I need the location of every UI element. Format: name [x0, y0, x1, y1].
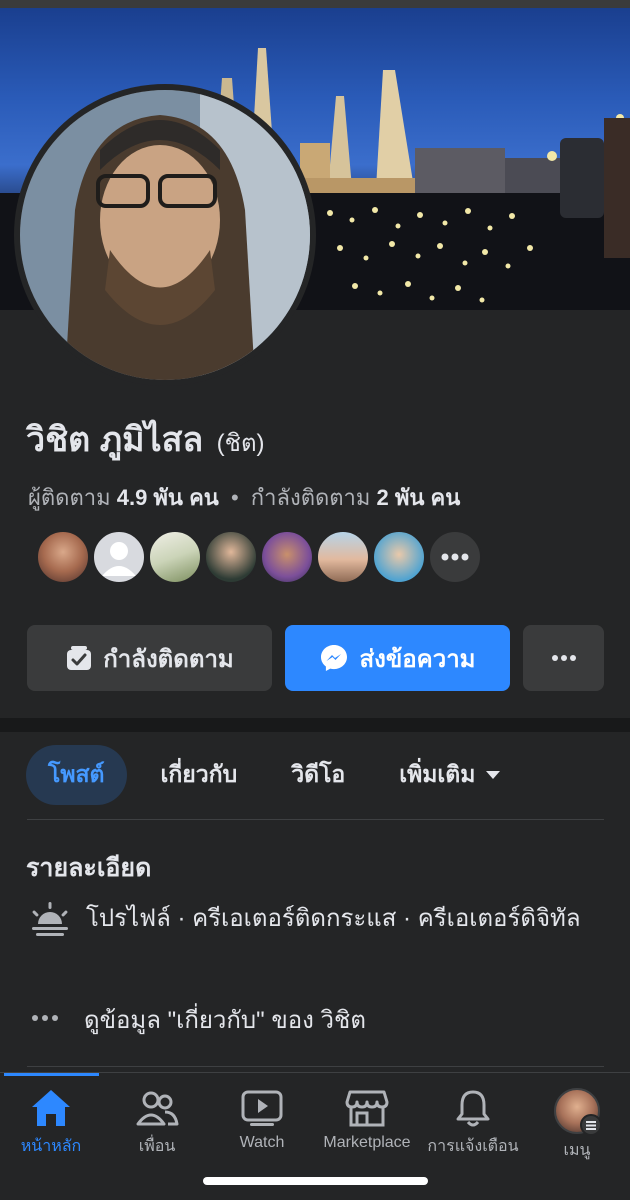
nav-home[interactable]: หน้าหลัก	[18, 1088, 84, 1159]
followers-count[interactable]: 4.9 พัน คน	[117, 485, 219, 510]
tabs-divider	[27, 819, 604, 820]
friend-avatar[interactable]	[92, 530, 146, 584]
home-icon	[32, 1090, 70, 1126]
ellipsis-icon	[551, 655, 576, 661]
friend-avatar[interactable]	[148, 530, 202, 584]
following-button[interactable]: กำลังติดตาม	[27, 625, 272, 691]
detail-about-text: ดูข้อมูล "เกี่ยวกับ" ของ วิชิต	[84, 1007, 366, 1034]
section-separator	[0, 718, 630, 732]
tab-about[interactable]: เกี่ยวกับ	[139, 745, 260, 805]
watch-icon	[241, 1090, 283, 1126]
status-strip	[0, 0, 630, 8]
tab-about-label: เกี่ยวกับ	[160, 761, 238, 787]
profile-picture-frame[interactable]	[14, 84, 316, 386]
stats-separator: •	[230, 485, 239, 510]
nav-friends-label: เพื่อน	[138, 1138, 176, 1155]
friend-avatar[interactable]	[316, 530, 370, 584]
message-button-label: ส่งข้อความ	[359, 645, 476, 673]
marketplace-icon	[345, 1090, 389, 1127]
tab-posts[interactable]: โพสต์	[26, 745, 127, 805]
nav-friends[interactable]: เพื่อน	[128, 1088, 186, 1159]
following-button-label: กำลังติดตาม	[103, 645, 234, 673]
detail-profile-type: โปรไฟล์ · ครีเอเตอร์ติดกระแส · ครีเอเตอร…	[30, 900, 586, 945]
menu-badge-icon	[580, 1114, 602, 1136]
message-button[interactable]: ส่งข้อความ	[285, 625, 510, 691]
more-actions-button[interactable]	[523, 625, 604, 691]
friends-icon	[136, 1091, 179, 1126]
nav-home-label: หน้าหลัก	[20, 1138, 82, 1155]
profile-full-name: วิชิต ภูมิไสล	[26, 421, 204, 459]
ellipsis-icon	[441, 553, 469, 561]
details-heading: รายละเอียด	[26, 854, 152, 882]
messenger-icon	[321, 645, 348, 671]
nav-watch[interactable]: Watch	[228, 1088, 296, 1152]
nav-active-indicator	[4, 1073, 99, 1076]
tab-more[interactable]: เพิ่มเติม	[377, 745, 523, 805]
profile-name: วิชิต ภูมิไสล (ชิต)	[26, 412, 265, 466]
friend-avatar-more[interactable]	[428, 530, 482, 584]
nav-marketplace[interactable]: Marketplace	[318, 1088, 416, 1152]
profile-stats: ผู้ติดตาม 4.9 พัน คน • กำลังติดตาม 2 พัน…	[28, 480, 460, 515]
following-label: กำลังติดตาม	[250, 485, 371, 510]
home-indicator[interactable]	[203, 1177, 428, 1185]
following-count[interactable]: 2 พัน คน	[377, 485, 461, 510]
sunrise-icon	[32, 902, 68, 936]
profile-picture[interactable]	[20, 90, 310, 380]
profile-picture-illustration	[20, 90, 310, 380]
nav-menu[interactable]: เมนู	[552, 1088, 602, 1163]
detail-profile-text: โปรไฟล์ · ครีเอเตอร์ติดกระแส · ครีเอเตอร…	[86, 905, 581, 932]
details-divider	[27, 1066, 604, 1067]
caret-down-icon	[486, 771, 501, 779]
nav-notifications-label: การแจ้งเตือน	[427, 1138, 519, 1155]
hamburger-icon	[586, 1121, 596, 1130]
detail-about-link[interactable]: ดูข้อมูล "เกี่ยวกับ" ของ วิชิต	[30, 1000, 366, 1043]
friend-avatar[interactable]	[204, 530, 258, 584]
nav-menu-label: เมนู	[563, 1142, 591, 1159]
profile-tabs: โพสต์ เกี่ยวกับ วิดีโอ เพิ่มเติม	[26, 745, 523, 805]
friend-avatar[interactable]	[260, 530, 314, 584]
profile-nickname: (ชิต)	[216, 430, 265, 457]
tab-posts-label: โพสต์	[48, 761, 105, 787]
following-check-icon	[67, 646, 92, 670]
nav-watch-label: Watch	[239, 1134, 285, 1151]
mutual-friends-row	[36, 530, 482, 584]
nav-marketplace-label: Marketplace	[323, 1134, 411, 1151]
nav-notifications[interactable]: การแจ้งเตือน	[427, 1088, 519, 1159]
friend-avatar[interactable]	[372, 530, 426, 584]
followers-label: ผู้ติดตาม	[28, 485, 111, 510]
tab-videos-label: วิดีโอ	[291, 761, 346, 787]
friend-avatar[interactable]	[36, 530, 90, 584]
default-avatar-icon	[102, 542, 136, 576]
ellipsis-icon	[32, 1015, 58, 1021]
bell-icon	[456, 1090, 490, 1127]
tab-videos[interactable]: วิดีโอ	[269, 745, 367, 805]
tab-more-label: เพิ่มเติม	[399, 761, 476, 787]
menu-avatar-icon	[554, 1088, 602, 1136]
